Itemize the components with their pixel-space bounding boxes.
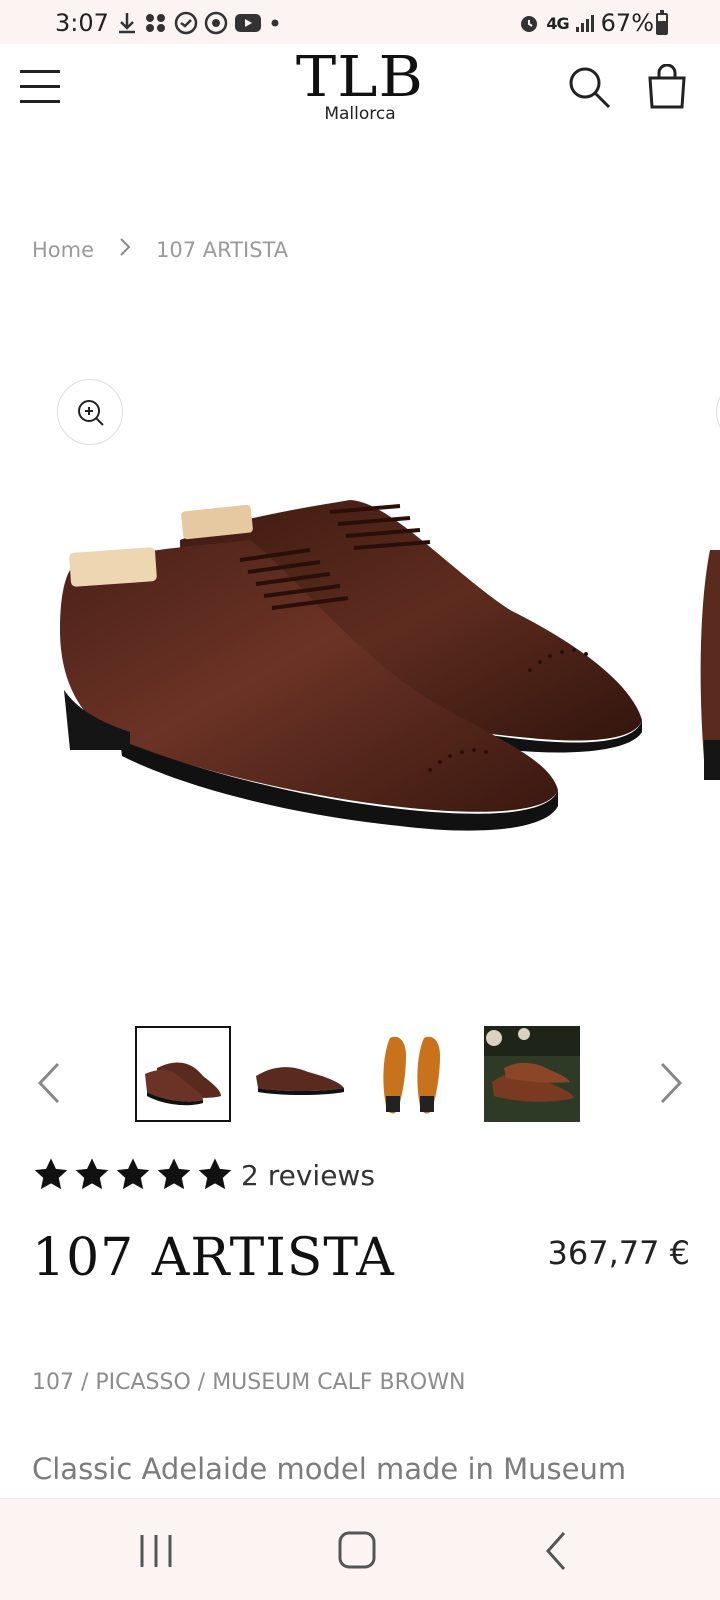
chat-icon — [174, 11, 198, 35]
thumbnail-image — [484, 1026, 580, 1122]
menu-icon-line — [20, 85, 60, 88]
youtube-icon — [235, 14, 261, 32]
chevron-right-icon — [118, 236, 132, 263]
product-title: 107 ARTISTA — [32, 1228, 395, 1288]
next-product-image-peek — [700, 550, 720, 780]
menu-icon — [20, 70, 60, 73]
product-price: 367,77 € — [547, 1234, 691, 1272]
signal-icon — [575, 15, 594, 32]
thumbnail-image — [137, 1028, 229, 1120]
product-description: Classic Adelaide model made in Museum — [32, 1452, 627, 1486]
status-bar: 3:07 4G 67% — [0, 0, 720, 44]
recents-icon — [140, 1535, 172, 1567]
menu-button[interactable] — [20, 68, 60, 104]
breadcrumb-home[interactable]: Home — [32, 238, 94, 262]
alarm-icon — [521, 16, 538, 32]
thumbnail-1[interactable] — [135, 1026, 231, 1122]
bag-icon — [648, 63, 686, 109]
chevron-left-icon — [37, 1062, 60, 1104]
brand-name: TLB — [295, 45, 425, 110]
thumbnail-3[interactable] — [368, 1026, 464, 1122]
sync-icon — [204, 11, 228, 35]
menu-icon-line — [20, 100, 60, 103]
next-slide-zoom-peek — [716, 386, 720, 438]
thumbnail-4[interactable] — [484, 1026, 580, 1122]
zoom-in-icon — [78, 400, 104, 426]
product-rating[interactable]: 2 reviews — [32, 1156, 375, 1194]
search-button[interactable] — [568, 66, 612, 110]
download-icon — [119, 13, 135, 34]
star-icon — [34, 1158, 68, 1190]
status-time: 3:07 — [55, 9, 109, 37]
thumbnail-prev-button[interactable] — [30, 1058, 66, 1108]
site-header: TLB Mallorca — [0, 44, 720, 134]
star-icon — [75, 1158, 109, 1190]
back-icon — [545, 1532, 566, 1570]
battery-icon — [656, 10, 668, 35]
breadcrumb: Home 107 ARTISTA — [32, 236, 288, 263]
reviews-count[interactable]: 2 reviews — [241, 1159, 375, 1192]
system-nav-bar — [0, 1498, 720, 1600]
notification-icons — [116, 11, 282, 35]
chevron-right-icon — [660, 1062, 683, 1104]
status-right: 4G 67% — [518, 9, 654, 37]
star-icon — [157, 1158, 191, 1190]
home-button[interactable] — [334, 1527, 382, 1575]
star-icon — [198, 1158, 232, 1190]
home-icon — [338, 1531, 376, 1569]
star-icon — [116, 1158, 150, 1190]
thumbnail-image — [252, 1026, 348, 1122]
zoom-button[interactable] — [57, 379, 123, 445]
battery-percent: 67% — [600, 9, 654, 37]
product-image[interactable] — [30, 450, 670, 910]
network-type: 4G — [546, 13, 569, 33]
app-dots-icon — [146, 14, 165, 32]
thumbnail-next-button[interactable] — [654, 1058, 690, 1108]
search-icon — [569, 67, 611, 109]
thumbnail-image — [368, 1026, 464, 1122]
brand-logo[interactable]: TLB Mallorca — [290, 48, 430, 125]
thumbnail-2[interactable] — [252, 1026, 348, 1122]
back-button[interactable] — [534, 1527, 582, 1575]
cart-button[interactable] — [646, 63, 688, 110]
more-dot-icon — [271, 19, 279, 27]
product-variant: 107 / PICASSO / MUSEUM CALF BROWN — [32, 1370, 466, 1395]
battery-fill — [658, 20, 666, 33]
breadcrumb-current: 107 ARTISTA — [156, 237, 289, 262]
recents-button[interactable] — [132, 1527, 180, 1575]
